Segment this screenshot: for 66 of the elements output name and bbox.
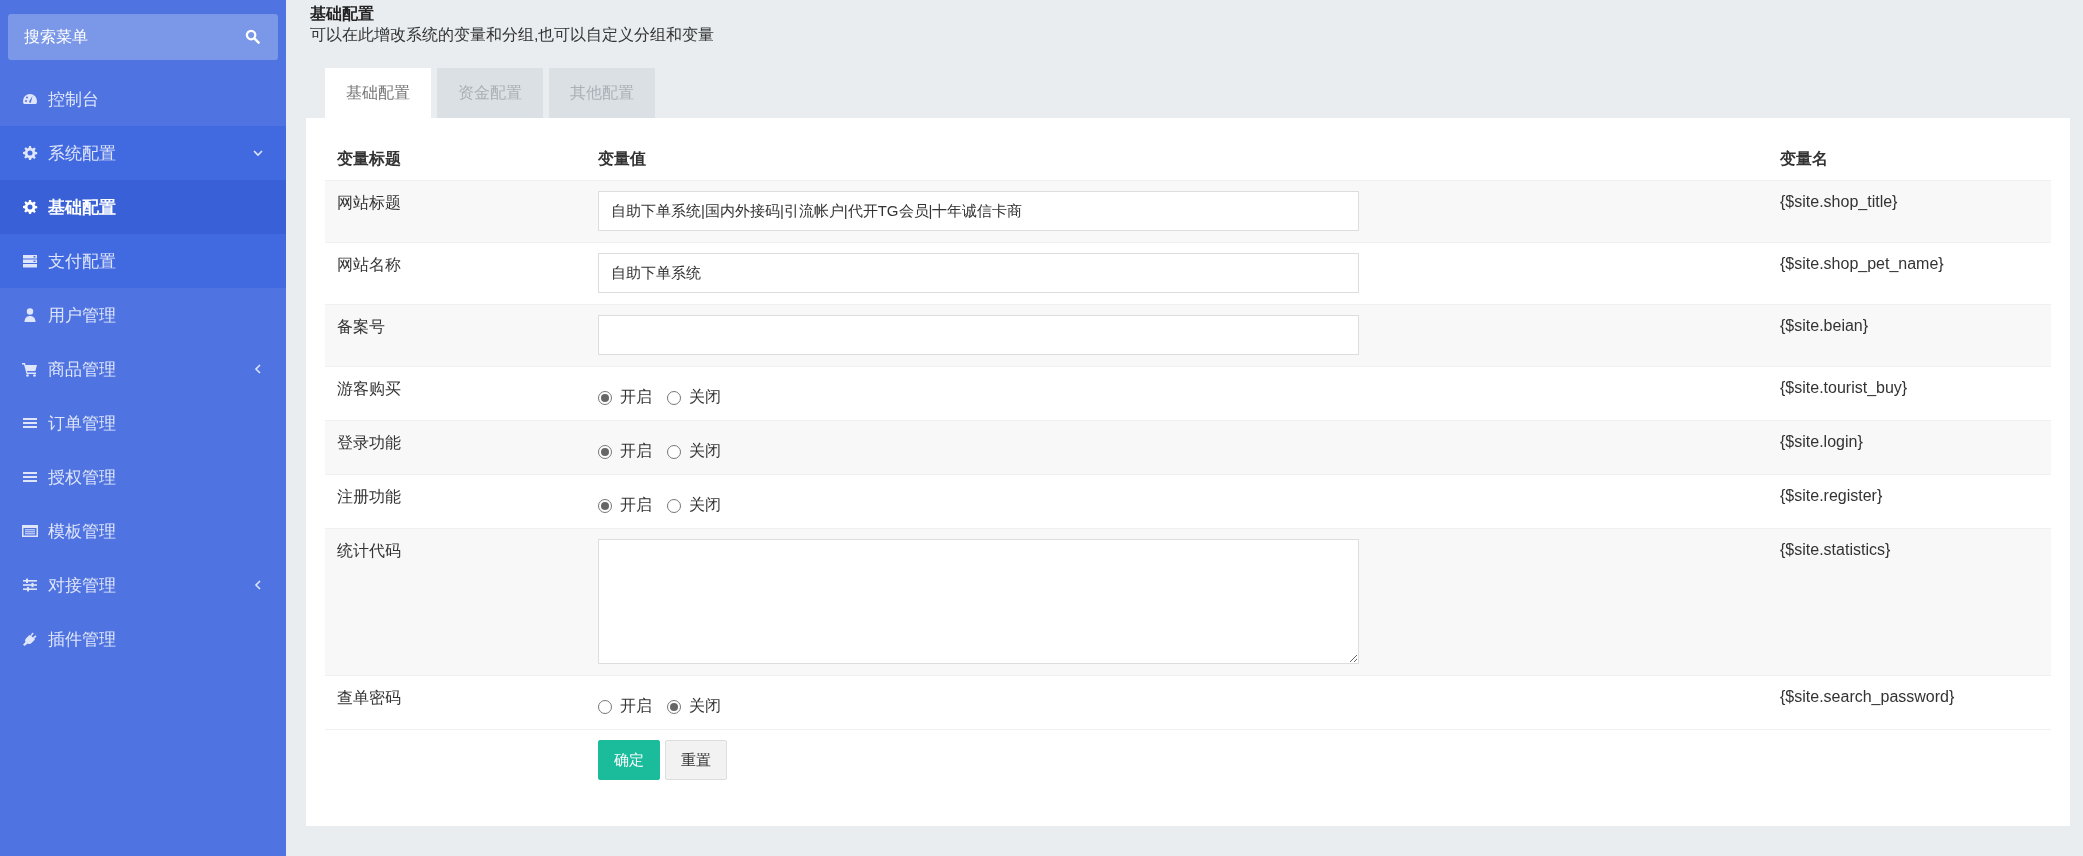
radio-button[interactable] [598, 498, 612, 513]
server-icon [22, 253, 38, 269]
radio-label[interactable]: 开启 [620, 495, 652, 516]
search-icon [245, 29, 260, 44]
menu-item[interactable]: 插件管理 [0, 612, 286, 666]
menu-item[interactable]: 支付配置 [0, 234, 286, 288]
sliders-icon [22, 577, 38, 593]
radio-button[interactable] [667, 444, 681, 459]
field-label: 注册功能 [336, 487, 402, 507]
list-icon [22, 469, 38, 485]
variable-name: {$site.statistics} [1779, 540, 1892, 560]
radio-label[interactable]: 开启 [620, 696, 652, 717]
gear-icon [22, 199, 38, 215]
variable-name: {$site.tourist_buy} [1779, 378, 1909, 398]
column-header: 变量名 [1779, 148, 1829, 169]
menu-item[interactable]: 商品管理 [0, 342, 286, 396]
input-field[interactable]: 自助下单系统 [598, 253, 1359, 293]
menu-item[interactable]: 订单管理 [0, 396, 286, 450]
reset-button[interactable]: 重置 [665, 740, 727, 780]
input-field[interactable]: 自助下单系统|国内外接码|引流帐户|代开TG会员|十年诚信卡商 [598, 191, 1359, 231]
variable-name: {$site.login} [1779, 432, 1864, 452]
table-icon [22, 523, 38, 539]
radio-label[interactable]: 关闭 [689, 696, 721, 717]
gauge-icon [22, 91, 38, 107]
field-label: 登录功能 [336, 433, 402, 453]
user-icon [22, 307, 38, 323]
radio-label[interactable]: 关闭 [689, 441, 721, 462]
radio-label[interactable]: 关闭 [689, 387, 721, 408]
radio-label[interactable]: 关闭 [689, 495, 721, 516]
field-label: 网站名称 [336, 255, 402, 275]
gear-icon [22, 145, 38, 161]
menu-item[interactable]: 用户管理 [0, 288, 286, 342]
menu-item[interactable]: 对接管理 [0, 558, 286, 612]
column-header: 变量标题 [336, 148, 402, 169]
menu-item[interactable]: 授权管理 [0, 450, 286, 504]
field-label: 网站标题 [336, 193, 402, 213]
page-description: 可以在此增改系统的变量和分组,也可以自定义分组和变量 [310, 25, 716, 45]
menu-item[interactable]: 系统配置 [0, 126, 286, 180]
list-icon [22, 415, 38, 431]
menu-item[interactable]: 模板管理 [0, 504, 286, 558]
search-field[interactable]: 搜索菜单 [8, 14, 278, 60]
radio-label[interactable]: 开启 [620, 441, 652, 462]
field-label: 游客购买 [336, 379, 402, 399]
field-label: 统计代码 [336, 541, 402, 561]
variable-name: {$site.shop_pet_name} [1779, 254, 1945, 274]
cart-icon [22, 361, 38, 377]
input-field[interactable] [598, 315, 1359, 355]
column-header: 变量值 [597, 148, 647, 169]
menu-item[interactable]: 基础配置 [0, 180, 286, 234]
variable-name: {$site.shop_title} [1779, 192, 1899, 212]
variable-name: {$site.beian} [1779, 316, 1870, 336]
radio-button[interactable] [598, 699, 612, 714]
page-title: 基础配置 [310, 4, 375, 24]
field-label: 查单密码 [336, 688, 402, 708]
radio-button[interactable] [598, 444, 612, 459]
field-label: 备案号 [336, 317, 386, 337]
radio-button[interactable] [667, 390, 681, 405]
radio-label[interactable]: 开启 [620, 387, 652, 408]
variable-name: {$site.register} [1779, 486, 1884, 506]
radio-button[interactable] [667, 699, 681, 714]
menu-item[interactable]: 控制台 [0, 72, 286, 126]
variable-name: {$site.search_password} [1779, 687, 1956, 707]
plug-icon [22, 631, 38, 647]
radio-button[interactable] [667, 498, 681, 513]
tab[interactable]: 基础配置 [325, 68, 431, 118]
radio-button[interactable] [598, 390, 612, 405]
